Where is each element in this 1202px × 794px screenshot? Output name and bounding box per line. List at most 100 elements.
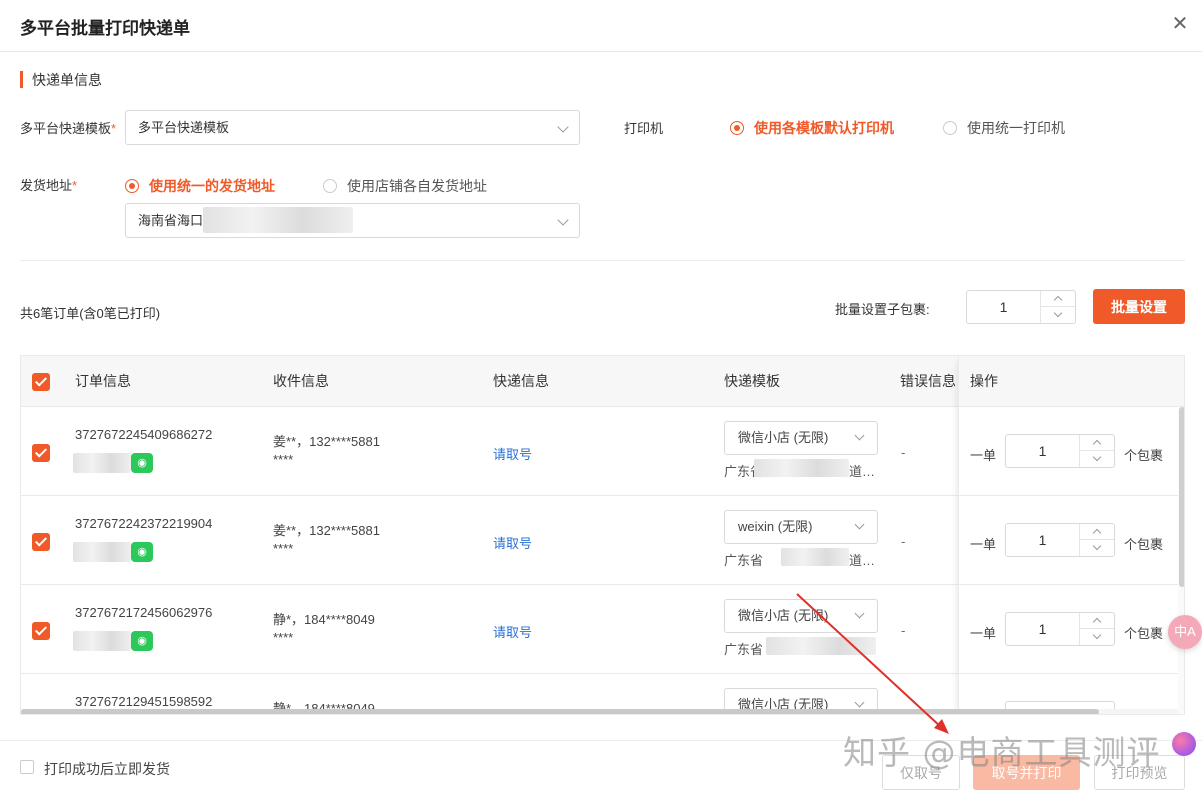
template-row-value: 微信小店 (无限) [738,608,829,623]
sender-address-tail: 道… [849,553,876,568]
radio-address-per-shop[interactable]: 使用店铺各自发货地址 [323,176,487,196]
radio-address-unified[interactable]: 使用统一的发货地址 [125,176,275,196]
chevron-down-icon [854,697,865,708]
op-prefix: 一单 [970,448,997,463]
operation-header-cell: 操作 [959,356,1179,407]
row-checkbox[interactable] [32,622,50,640]
operation-column: 操作 一单 1 个包裹 一单 1 个包裹 一单 1 个包裹 [958,356,1179,714]
batch-stepper-value[interactable]: 1 [967,291,1040,323]
recv-info: 姜**，132****5881 **** [273,522,380,558]
header-express: 快递信息 [493,373,549,389]
radio-printer-default-label: 使用各模板默认打印机 [754,120,894,136]
op-prefix: 一单 [970,537,997,552]
order-number: 3727672172456062976 [75,605,213,620]
close-icon[interactable]: ✕ [1170,14,1190,34]
batch-set-button[interactable]: 批量设置 [1093,289,1185,324]
redacted-blur [203,207,353,233]
redacted-blur [754,459,849,477]
stepper-up-icon[interactable] [1079,435,1114,451]
wechat-icon: ◉ [131,453,153,473]
address-select-value: 海南省海口 [138,213,204,228]
select-all-checkbox[interactable] [32,373,50,391]
sender-address: 广东省 [724,553,764,568]
recv-addr: **** [273,541,294,556]
batch-stepper[interactable]: 1 [966,290,1076,324]
row-checkbox[interactable] [32,444,50,462]
radio-dot [125,179,139,193]
header-error: 错误信息 [900,373,956,389]
radio-printer-unified-label: 使用统一打印机 [967,120,1065,136]
recv-name: 静*，184****8049 [273,612,375,627]
radio-dot [323,179,337,193]
radio-address-per-shop-label: 使用店铺各自发货地址 [347,178,487,194]
template-label: 多平台快递模板* [20,121,117,136]
horizontal-scrollbar[interactable] [21,709,1178,714]
header-operation: 操作 [970,373,998,389]
stepper-up-icon[interactable] [1079,613,1114,629]
ship-after-print-label: 打印成功后立即发货 [44,761,170,777]
stepper-up-icon[interactable] [1040,291,1075,307]
package-stepper[interactable]: 1 [1005,523,1115,557]
shop-badge: ◉ [73,631,153,651]
redacted-blur [73,631,131,651]
package-stepper-value[interactable]: 1 [1006,435,1079,467]
shop-badge: ◉ [73,542,153,562]
redacted-blur [73,542,131,562]
template-row-select[interactable]: 微信小店 (无限) [724,421,878,455]
template-row-value: 微信小店 (无限) [738,430,829,445]
chevron-down-icon [557,214,569,226]
stepper-down-icon[interactable] [1079,629,1114,645]
package-stepper[interactable]: 1 [1005,434,1115,468]
ship-after-print-checkbox[interactable] [20,760,34,774]
radio-printer-default[interactable]: 使用各模板默认打印机 [730,118,894,138]
section-title: 快递单信息 [20,71,102,89]
template-select[interactable]: 多平台快递模板 [125,110,580,145]
package-stepper-value[interactable]: 1 [1006,524,1079,556]
scroll-thumb[interactable] [1179,407,1184,587]
row-checkbox[interactable] [32,533,50,551]
required-mark: * [72,178,78,193]
order-number: 3727672245409686272 [75,427,213,442]
package-stepper-value[interactable]: 1 [1006,613,1079,645]
order-number: 3727672242372219904 [75,516,213,531]
error-info: - [901,445,906,460]
scroll-thumb[interactable] [21,709,1099,714]
fetch-number-link[interactable]: 请取号 [493,444,532,463]
translate-float-button[interactable]: 中A [1168,615,1202,649]
op-prefix: 一单 [970,626,997,641]
package-stepper[interactable]: 1 [1005,612,1115,646]
stepper-up-icon[interactable] [1079,524,1114,540]
fetch-number-link[interactable]: 请取号 [493,622,532,641]
radio-address-unified-label: 使用统一的发货地址 [149,178,275,194]
redacted-blur [781,548,849,566]
op-suffix: 个包裹 [1124,537,1164,552]
dialog-title: 多平台批量打印快递单 [20,19,190,38]
stepper-down-icon[interactable] [1079,540,1114,556]
operation-cell: 一单 1 个包裹 [959,496,1179,585]
batch-label: 批量设置子包裹: [835,302,930,317]
recv-addr: **** [273,452,294,467]
fetch-number-link[interactable]: 请取号 [493,533,532,552]
operation-cell: 一单 1 个包裹 [959,585,1179,674]
stepper-down-icon[interactable] [1040,307,1075,323]
template-row-select[interactable]: 微信小店 (无限) [724,599,878,633]
header-template: 快递模板 [724,373,780,389]
header-order: 订单信息 [75,373,131,389]
redacted-blur [73,453,131,473]
operation-cell: 一单 1 个包裹 [959,407,1179,496]
template-row-select[interactable]: weixin (无限) [724,510,878,544]
dialog-header: 多平台批量打印快递单 ✕ [0,0,1202,52]
radio-printer-unified[interactable]: 使用统一打印机 [943,118,1065,138]
wechat-icon: ◉ [131,542,153,562]
radio-dot [943,121,957,135]
redacted-blur [766,637,876,655]
chevron-down-icon [854,608,865,619]
watermark-text: 知乎 @电商工具测评 [843,733,1161,772]
recv-name: 姜**，132****5881 [273,434,380,449]
sender-address-tail: 道… [849,464,876,479]
shop-badge: ◉ [73,453,153,473]
vertical-scrollbar[interactable] [1178,407,1184,714]
recv-info: 姜**，132****5881 **** [273,433,380,469]
stepper-down-icon[interactable] [1079,451,1114,467]
address-label: 发货地址* [20,178,78,193]
